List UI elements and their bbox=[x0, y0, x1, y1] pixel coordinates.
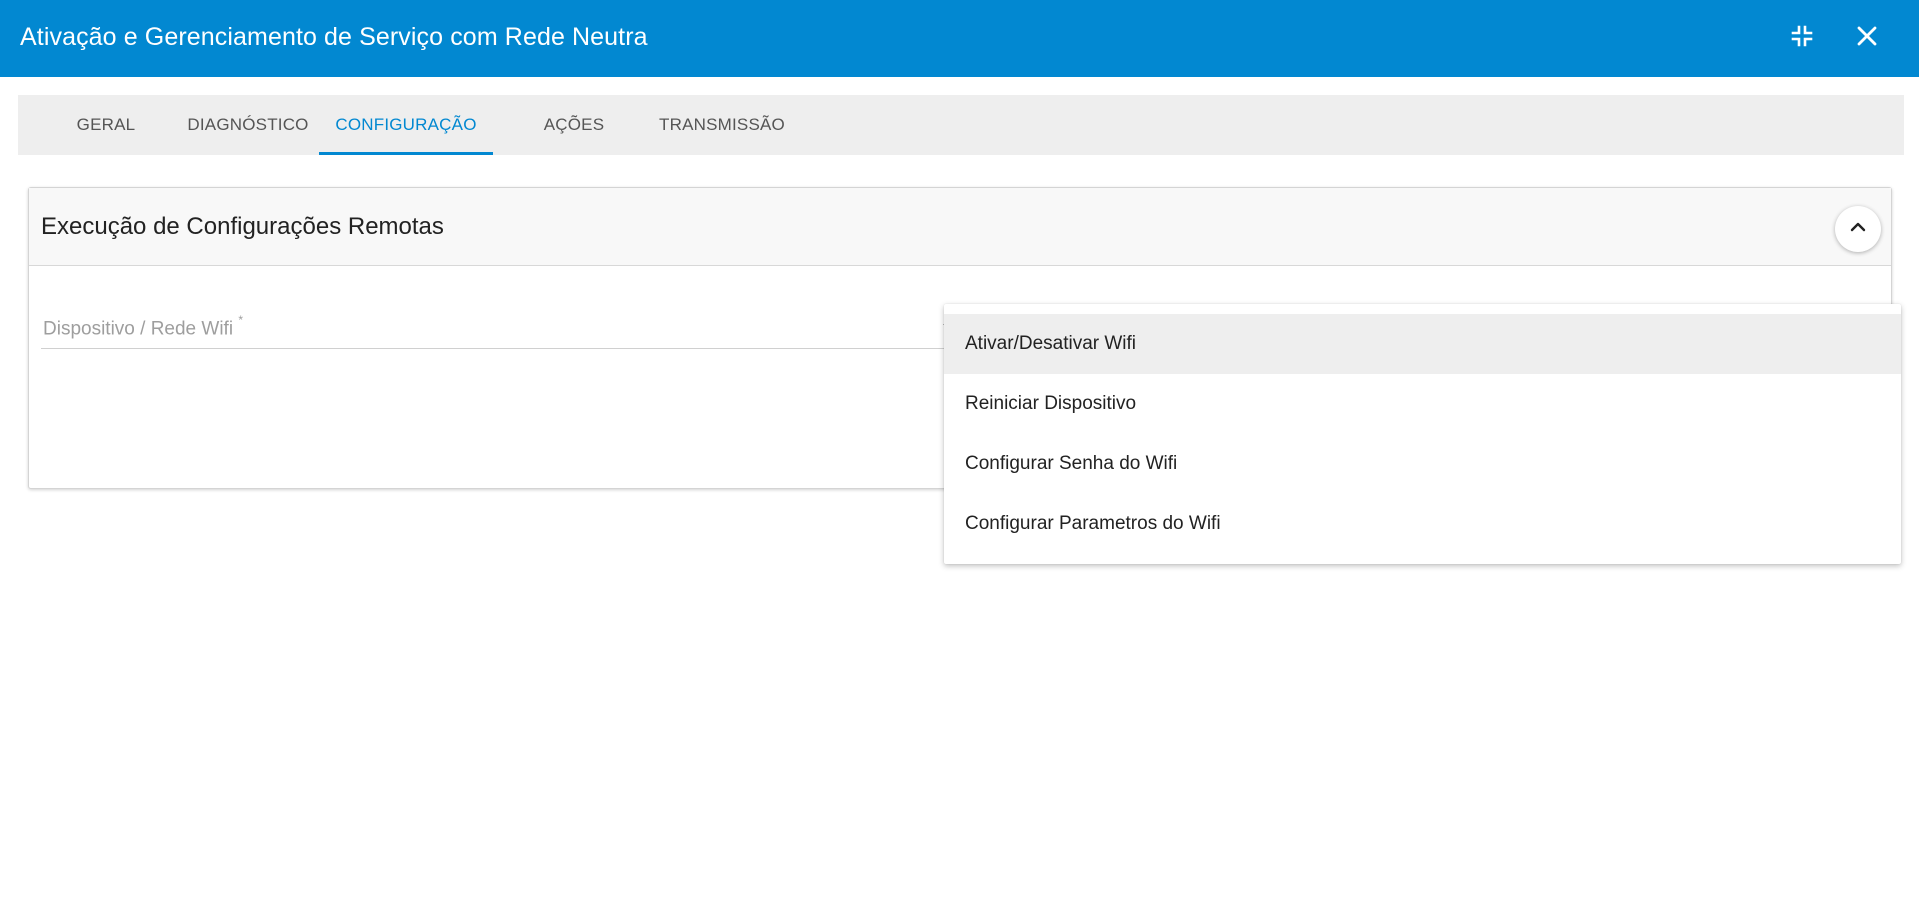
dialog-title: Ativação e Gerenciamento de Serviço com … bbox=[20, 23, 648, 51]
minimize-icon bbox=[1791, 25, 1813, 52]
panel-header[interactable]: Execução de Configurações Remotas bbox=[29, 188, 1891, 266]
menu-item-set-wifi-params[interactable]: Configurar Parametros do Wifi bbox=[944, 494, 1901, 554]
chevron-up-icon bbox=[1849, 218, 1867, 241]
close-icon bbox=[1856, 25, 1878, 52]
collapse-button[interactable] bbox=[1835, 206, 1881, 252]
device-wifi-label-text: Dispositivo / Rede Wifi bbox=[43, 318, 234, 340]
tab-transmissao[interactable]: TRANSMISSÃO bbox=[622, 95, 822, 155]
tab-acoes[interactable]: AÇÕES bbox=[526, 95, 622, 155]
close-button[interactable] bbox=[1848, 19, 1886, 57]
tab-bar: GERAL DIAGNÓSTICO CONFIGURAÇÃO AÇÕES TRA… bbox=[18, 95, 1904, 155]
menu-item-restart-device[interactable]: Reiniciar Dispositivo bbox=[944, 374, 1901, 434]
dialog-titlebar: Ativação e Gerenciamento de Serviço com … bbox=[0, 0, 1919, 77]
required-marker: * bbox=[238, 313, 244, 327]
device-wifi-select-label: Dispositivo / Rede Wifi * bbox=[43, 313, 244, 340]
menu-item-set-wifi-password[interactable]: Configurar Senha do Wifi bbox=[944, 434, 1901, 494]
panel-title: Execução de Configurações Remotas bbox=[41, 213, 444, 240]
minimize-button[interactable] bbox=[1783, 19, 1821, 57]
tab-configuracao[interactable]: CONFIGURAÇÃO bbox=[319, 95, 493, 155]
menu-item-toggle-wifi[interactable]: Ativar/Desativar Wifi bbox=[944, 314, 1901, 374]
tab-diagnostico[interactable]: DIAGNÓSTICO bbox=[156, 95, 340, 155]
tab-geral[interactable]: GERAL bbox=[38, 95, 174, 155]
device-wifi-select[interactable]: Dispositivo / Rede Wifi * bbox=[41, 308, 953, 349]
dropdown-menu: Ativar/Desativar Wifi Reiniciar Disposit… bbox=[944, 304, 1901, 564]
